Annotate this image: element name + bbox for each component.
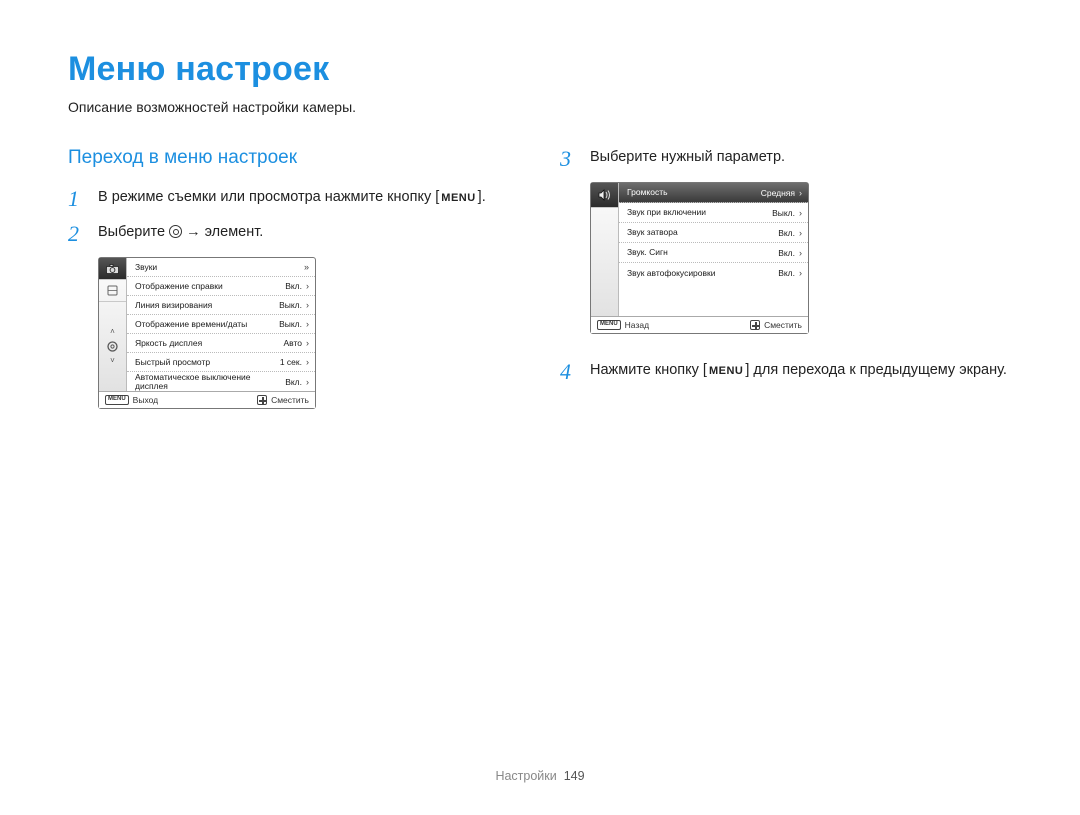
settings-sidebar: ˄ ˅: [99, 258, 127, 391]
dpad-icon: [257, 395, 267, 405]
footer-action-exit[interactable]: Выход: [133, 395, 158, 405]
list-item-label: Звук затвора: [627, 228, 774, 237]
list-item-value: Выкл.: [772, 208, 795, 218]
chevron-right-icon: ›: [799, 248, 802, 258]
list-item-label: Яркость дисплея: [135, 339, 279, 348]
list-item[interactable]: Звук автофокусировки Вкл. ›: [619, 263, 808, 283]
step-number: 3: [560, 147, 576, 170]
chevron-right-icon: ›: [306, 319, 309, 329]
chevron-right-icon: ›: [306, 281, 309, 291]
chevron-up-icon[interactable]: ˄: [110, 328, 115, 336]
list-item-value: Вкл.: [285, 377, 302, 387]
settings-list: Громкость Средняя › Звук при включении Выкл.…: [619, 183, 808, 316]
settings-panel-1: ˄ ˅ Звуки»Отображение справкиВкл.›Линия …: [98, 257, 316, 409]
sidebar-tab-sound[interactable]: [591, 183, 618, 208]
list-item-label: Автоматическое выключение дисплея: [135, 373, 281, 391]
list-item-value: Авто: [283, 338, 302, 348]
menu-icon: MENU: [105, 395, 129, 404]
list-item-value: Вкл.: [778, 248, 795, 258]
list-item-value: Выкл.: [279, 300, 302, 310]
step-1: 1 В режиме съемки или просмотра нажмите …: [68, 187, 520, 210]
step-2-text-a: Выберите: [98, 224, 169, 240]
list-item-label: Звук при включении: [627, 208, 768, 217]
chevron-right-icon: »: [304, 262, 309, 272]
list-item-label: Звуки: [135, 263, 296, 272]
list-item[interactable]: Отображение времени/даты Выкл. ›: [127, 315, 315, 334]
page-subtitle: Описание возможностей настройки камеры.: [68, 99, 1012, 115]
list-item-value: Вкл.: [778, 228, 795, 238]
list-item-label: Звук автофокусировки: [627, 269, 774, 278]
menu-button-label: MENU: [707, 365, 745, 378]
list-item-value: Выкл.: [279, 319, 302, 329]
chevron-right-icon: ›: [306, 338, 309, 348]
page-footer: Настройки 149: [0, 769, 1080, 783]
list-item-label: Отображение справки: [135, 282, 281, 291]
gear-icon: [106, 340, 119, 353]
list-item[interactable]: Линия визирования Выкл. ›: [127, 296, 315, 315]
list-item-label: Линия визирования: [135, 301, 275, 310]
list-item[interactable]: Звуки »: [127, 258, 315, 277]
page-number: 149: [564, 769, 585, 783]
page-title: Меню настроек: [68, 50, 1012, 89]
step-1-text-a: В режиме съемки или просмотра нажмите кн…: [98, 189, 431, 205]
chevron-right-icon: ›: [306, 377, 309, 387]
chevron-right-icon: ›: [799, 228, 802, 238]
list-item-label: Отображение времени/даты: [135, 320, 275, 329]
list-item[interactable]: Звук при включении Выкл. ›: [619, 203, 808, 223]
sidebar-tab-video[interactable]: [99, 280, 126, 302]
section-heading: Переход в меню настроек: [68, 147, 520, 169]
list-item-value: Вкл.: [778, 268, 795, 278]
gear-icon: [169, 225, 182, 238]
step-2-text-b: → элемент.: [186, 224, 263, 240]
chevron-right-icon: ›: [799, 188, 802, 198]
chevron-right-icon: ›: [306, 357, 309, 367]
step-4-text-b: ] для перехода к предыдущему экрану.: [745, 362, 1007, 378]
list-item[interactable]: Звук. Сигн Вкл. ›: [619, 243, 808, 263]
chevron-right-icon: ›: [306, 300, 309, 310]
settings-list: Звуки»Отображение справкиВкл.›Линия визи…: [127, 258, 315, 391]
list-item[interactable]: Громкость Средняя ›: [619, 183, 808, 203]
step-2: 2 Выберите → элемент.: [68, 222, 520, 245]
chevron-right-icon: ›: [799, 268, 802, 278]
settings-panel-2: Громкость Средняя › Звук при включении Выкл.…: [590, 182, 809, 334]
list-item-label: Громкость: [627, 188, 757, 197]
list-item-label: Звук. Сигн: [627, 248, 774, 257]
menu-button-label: MENU: [439, 192, 477, 205]
step-3: 3 Выберите нужный параметр.: [560, 147, 1012, 170]
step-number: 1: [68, 187, 84, 210]
list-item-value: Вкл.: [285, 281, 302, 291]
settings-sidebar: [591, 183, 619, 316]
footer-action-back[interactable]: Назад: [625, 320, 649, 330]
dpad-icon: [750, 320, 760, 330]
list-item-value: Средняя: [761, 188, 795, 198]
footer-action-move[interactable]: Сместить: [764, 320, 802, 330]
chevron-down-icon[interactable]: ˅: [110, 357, 115, 365]
list-item[interactable]: Яркость дисплея Авто ›: [127, 334, 315, 353]
speaker-icon: [598, 189, 611, 201]
camera-icon: [106, 264, 119, 274]
step-4: 4 Нажмите кнопку [MENU] для перехода к п…: [560, 360, 1012, 383]
step-3-text: Выберите нужный параметр.: [590, 149, 785, 165]
menu-icon: MENU: [597, 320, 621, 329]
footer-label: Настройки: [495, 769, 556, 783]
list-item[interactable]: Отображение справки Вкл. ›: [127, 277, 315, 296]
list-item-value: 1 сек.: [280, 357, 302, 367]
chevron-right-icon: ›: [799, 208, 802, 218]
film-icon: [107, 285, 118, 296]
list-item-label: Быстрый просмотр: [135, 358, 276, 367]
list-item[interactable]: Автоматическое выключение дисплея Вкл. ›: [127, 372, 315, 391]
footer-action-move[interactable]: Сместить: [271, 395, 309, 405]
list-item[interactable]: Быстрый просмотр 1 сек. ›: [127, 353, 315, 372]
list-item[interactable]: Звук затвора Вкл. ›: [619, 223, 808, 243]
step-number: 2: [68, 222, 84, 245]
step-number: 4: [560, 360, 576, 383]
sidebar-tab-camera[interactable]: [99, 258, 126, 280]
bracket-close: ].: [478, 189, 486, 205]
step-4-text-a: Нажмите кнопку [: [590, 362, 707, 378]
